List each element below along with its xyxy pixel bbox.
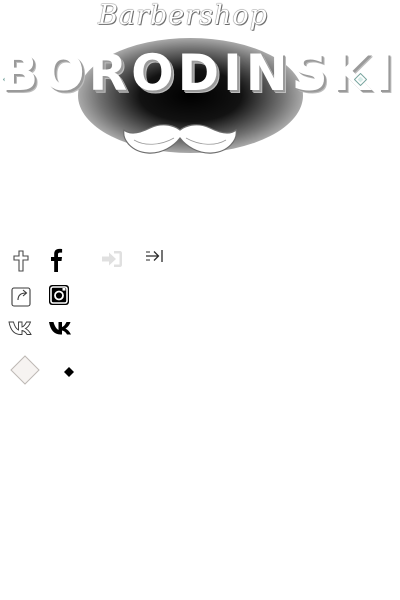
logo-script-text: Barbershop <box>98 0 268 31</box>
sign-in-icon[interactable] <box>101 250 123 268</box>
vk-icon[interactable] <box>48 320 76 336</box>
vk-outline-icon[interactable] <box>8 320 36 336</box>
arrow-right-icon[interactable] <box>144 248 166 264</box>
logo-wordmark: BORODINSKI <box>0 44 397 102</box>
diamond-icon[interactable] <box>63 366 75 378</box>
diamond-large-icon[interactable] <box>10 355 40 385</box>
cross-icon[interactable] <box>12 249 30 273</box>
barbershop-logo: Barbershop BORODINSKI <box>0 0 400 210</box>
mustache-icon <box>120 120 240 158</box>
facebook-icon[interactable] <box>48 248 64 272</box>
logo-tagline <box>130 182 240 198</box>
diamond-ornament-icon <box>353 71 368 87</box>
instagram-icon[interactable] <box>48 284 70 306</box>
page: Barbershop BORODINSKI <box>0 0 400 600</box>
share-icon[interactable] <box>10 284 34 308</box>
